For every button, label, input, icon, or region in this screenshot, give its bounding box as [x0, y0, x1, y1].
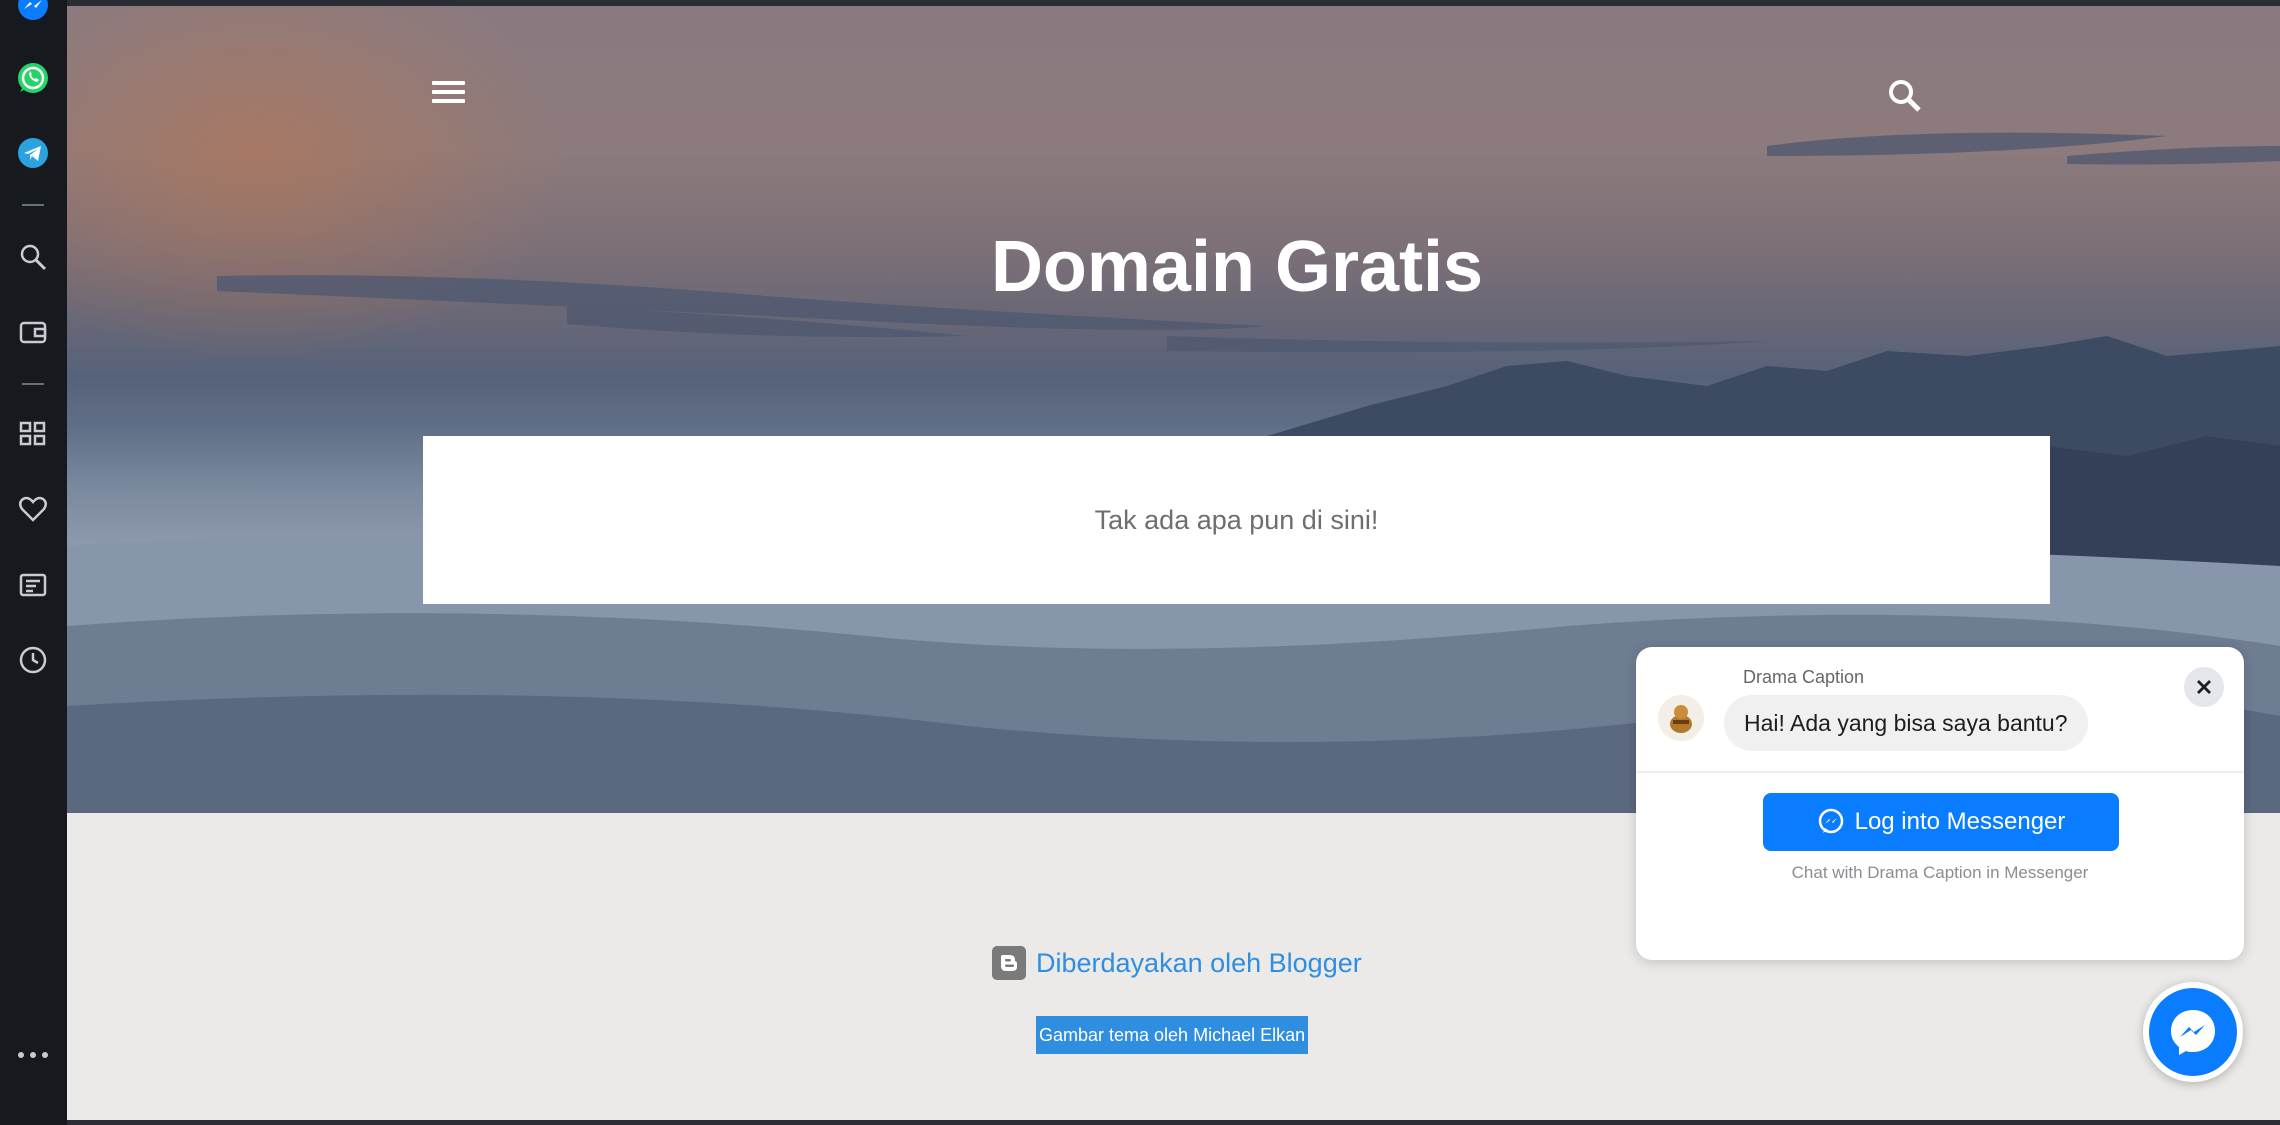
- more-icon[interactable]: [14, 1036, 52, 1074]
- news-icon[interactable]: [14, 566, 52, 604]
- empty-message: Tak ada apa pun di sini!: [1094, 504, 1379, 535]
- whatsapp-icon[interactable]: [14, 59, 52, 97]
- messenger-fab-button[interactable]: [2143, 982, 2243, 1082]
- powered-by-blogger-link[interactable]: Diberdayakan oleh Blogger: [992, 946, 1362, 980]
- menu-bar: [432, 99, 465, 103]
- close-chat-button[interactable]: [2184, 667, 2224, 707]
- search-icon[interactable]: [14, 238, 52, 276]
- heart-icon[interactable]: [14, 490, 52, 528]
- login-label: Log into Messenger: [1854, 808, 2066, 835]
- messenger-icon: [1818, 808, 1843, 834]
- avatar: [1658, 695, 1704, 741]
- main-content-box: Tak ada apa pun di sini!: [423, 436, 2050, 604]
- messenger-icon: [2171, 1010, 2215, 1055]
- chat-greeting-bubble: Hai! Ada yang bisa saya bantu?: [1724, 695, 2088, 751]
- chat-page-name: Drama Caption: [1743, 667, 1865, 687]
- chat-subtext: Chat with Drama Caption in Messenger: [1791, 863, 2089, 882]
- chat-divider: [1636, 771, 2244, 773]
- telegram-icon[interactable]: [14, 134, 52, 172]
- messenger-icon[interactable]: [14, 0, 52, 24]
- browser-sidebar: [0, 0, 67, 1125]
- wallet-icon[interactable]: [14, 313, 52, 351]
- search-button[interactable]: [1885, 76, 1925, 116]
- sidebar-divider: [22, 383, 44, 385]
- hamburger-menu-button[interactable]: [425, 76, 473, 116]
- messenger-chat-widget: Drama Caption Hai! Ada yang bisa saya ba…: [1636, 647, 2244, 960]
- powered-by-text: Diberdayakan oleh Blogger: [1036, 947, 1362, 978]
- site-title[interactable]: Domain Gratis: [67, 226, 2280, 308]
- sidebar-divider: [22, 204, 44, 206]
- blogger-icon: [992, 946, 1026, 980]
- search-icon: [1889, 80, 1921, 112]
- theme-credit[interactable]: Gambar tema oleh Michael Elkan: [1036, 1016, 1309, 1054]
- log-into-messenger-button[interactable]: Log into Messenger: [1763, 793, 2119, 851]
- apps-icon[interactable]: [14, 415, 52, 453]
- menu-bar: [432, 81, 465, 85]
- clock-icon[interactable]: [14, 641, 52, 679]
- close-icon: [2197, 680, 2211, 694]
- menu-bar: [432, 90, 465, 94]
- window-bottom-edge: [67, 1120, 2280, 1125]
